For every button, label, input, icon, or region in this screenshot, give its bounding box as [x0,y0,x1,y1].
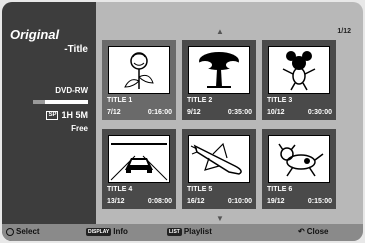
title-date: 19/12 [267,198,285,205]
list-button-badge: LIST [167,227,182,236]
title-duration: 0:16:00 [147,109,172,116]
title-thumbnail-5[interactable]: TITLE 5 16/12 0:10:00 [182,129,256,209]
title-thumbnail-6[interactable]: TITLE 6 19/12 0:15:00 [262,129,336,209]
cartoon-character-icon [268,46,330,94]
display-button-badge: DISPLAY [86,227,112,236]
scroll-up-arrow-icon[interactable]: ▲ [216,27,224,36]
title-thumbnail-3[interactable]: TITLE 3 10/12 0:30:00 [262,40,336,120]
space-shuttle-icon [188,135,250,183]
menu-title: Original [10,27,60,42]
info-label: Info [113,227,128,236]
title-duration: 0:15:00 [307,198,332,205]
title-label: TITLE 1 [107,97,133,104]
title-duration: 0:35:00 [227,109,252,116]
select-label: Select [16,227,40,236]
title-date: 16/12 [187,198,205,205]
playlist-hint[interactable]: LIST Playlist [167,227,212,236]
title-label: TITLE 6 [267,186,293,193]
flower-icon [108,46,170,94]
car-icon [108,135,170,183]
title-date: 13/12 [107,198,125,205]
title-label: TITLE 2 [187,97,213,104]
close-hint[interactable]: ↶ Close [298,227,329,236]
title-thumbnail-2[interactable]: TITLE 2 9/12 0:35:00 [182,40,256,120]
title-duration: 0:10:00 [227,198,252,205]
title-label: TITLE 5 [187,186,213,193]
title-date: 9/12 [187,109,201,116]
info-hint[interactable]: DISPLAY Info [86,227,128,236]
title-label: TITLE 4 [107,186,133,193]
disc-usage-fill [33,100,46,104]
remaining-time: SP 1H 5M [46,110,88,120]
page-indicator: 1/12 [337,28,351,35]
enter-button-icon [6,227,14,236]
title-label: TITLE 3 [267,97,293,104]
recording-mode-badge: SP [46,110,59,120]
title-thumbnail-1[interactable]: TITLE 1 7/12 0:16:00 [102,40,176,120]
select-hint[interactable]: Select [6,227,40,236]
menu-subtitle: -Title [64,44,88,55]
close-label: Close [306,227,329,236]
disc-type: DVD-RW [55,86,88,95]
dvd-menu-screen: Original -Title DVD-RW SP 1H 5M Free 1/1… [2,2,363,241]
footer-bar: Select DISPLAY Info LIST Playlist ↶ Clos… [2,224,363,241]
dog-icon [268,135,330,183]
title-duration: 0:30:00 [307,109,332,116]
scroll-down-arrow-icon[interactable]: ▼ [216,214,224,223]
playlist-label: Playlist [183,227,212,236]
disc-usage-bar [33,100,88,104]
return-arrow-icon: ↶ [298,227,305,236]
title-date: 10/12 [267,109,285,116]
title-thumbnail-4[interactable]: TITLE 4 13/12 0:08:00 [102,129,176,209]
free-label: Free [71,124,88,133]
title-date: 7/12 [107,109,121,116]
time-free-value: 1H 5M [61,110,88,120]
title-duration: 0:08:00 [147,198,172,205]
sidebar: Original -Title DVD-RW SP 1H 5M Free [2,2,96,241]
tree-icon [188,46,250,94]
